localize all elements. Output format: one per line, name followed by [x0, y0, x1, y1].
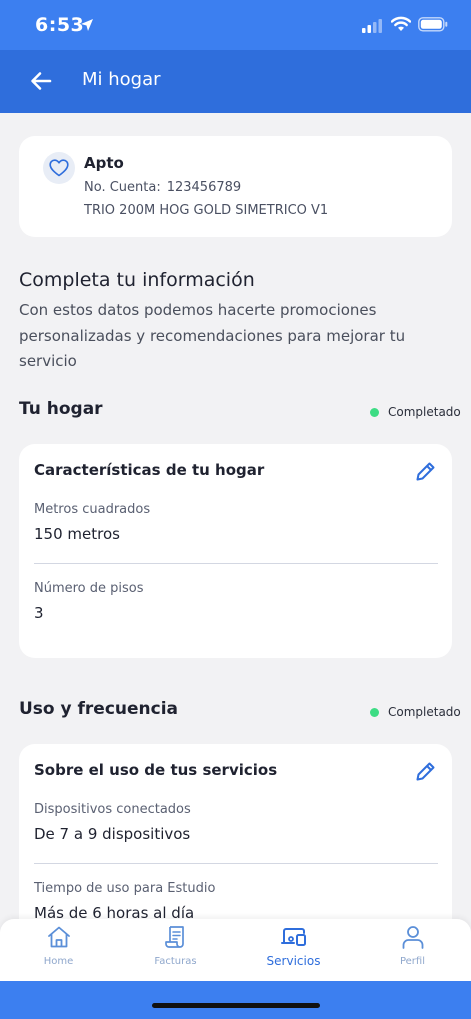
home-card-title: Características de tu hogar — [34, 461, 265, 479]
field-value: 3 — [34, 604, 44, 622]
divider — [34, 563, 438, 564]
location-arrow-icon — [80, 17, 94, 36]
back-button[interactable] — [28, 68, 54, 94]
page-title: Mi hogar — [82, 69, 161, 90]
account-number-label: No. Cuenta: — [84, 180, 161, 195]
field-value: De 7 a 9 dispositivos — [34, 825, 191, 843]
divider — [34, 863, 438, 864]
field-label: Tiempo de uso para Estudio — [34, 881, 216, 896]
nav-perfil[interactable]: Perfil — [354, 919, 471, 981]
main-content[interactable]: Apto No. Cuenta: 123456789 TRIO 200M HOG … — [0, 113, 471, 919]
battery-icon — [418, 17, 448, 36]
nav-servicios-label: Servicios — [266, 954, 321, 968]
status-bar: 6:53 — [0, 0, 471, 50]
home-icon — [0, 924, 117, 950]
usage-status-badge: Completado — [370, 705, 461, 719]
cellular-signal-icon — [362, 18, 382, 37]
nav-home-label: Home — [43, 956, 74, 967]
usage-card: Sobre el uso de tus servicios Dispositiv… — [19, 744, 452, 919]
devices-icon — [235, 924, 352, 950]
field-label: Dispositivos conectados — [34, 802, 191, 817]
usage-status-label: Completado — [388, 705, 461, 719]
field-value: Más de 6 horas al día — [34, 904, 195, 919]
nav-facturas[interactable]: Facturas — [117, 919, 234, 981]
pencil-icon — [416, 462, 435, 481]
heart-icon — [43, 152, 75, 184]
app-header: Mi hogar — [0, 50, 471, 113]
edit-home-button[interactable] — [414, 459, 438, 483]
plan-name: TRIO 200M HOG GOLD SIMETRICO V1 — [84, 203, 329, 218]
account-number: 123456789 — [166, 180, 242, 195]
status-time: 6:53 — [35, 14, 85, 36]
arrow-left-icon — [31, 72, 52, 90]
wifi-icon — [390, 16, 412, 36]
account-card: Apto No. Cuenta: 123456789 TRIO 200M HOG … — [19, 136, 452, 237]
account-type: Apto — [84, 154, 124, 172]
user-icon — [354, 924, 471, 950]
receipt-icon — [117, 924, 234, 950]
home-status-badge: Completado — [370, 405, 461, 419]
nav-perfil-label: Perfil — [399, 956, 425, 967]
home-status-label: Completado — [388, 405, 461, 419]
status-dot — [370, 707, 379, 717]
edit-usage-button[interactable] — [414, 759, 438, 783]
usage-section-title: Uso y frecuencia — [19, 699, 179, 719]
field-label: Número de pisos — [34, 581, 144, 596]
home-section-title: Tu hogar — [19, 399, 103, 419]
bottom-band — [0, 981, 471, 1019]
nav-facturas-label: Facturas — [154, 956, 197, 967]
nav-home[interactable]: Home — [0, 919, 117, 981]
home-indicator[interactable] — [152, 1003, 320, 1008]
usage-card-title: Sobre el uso de tus servicios — [34, 761, 278, 779]
bottom-nav: Home Facturas Servicios Perfil — [0, 919, 471, 981]
nav-servicios[interactable]: Servicios — [235, 919, 352, 981]
account-number-row: No. Cuenta: 123456789 — [84, 180, 241, 195]
intro-title: Completa tu información — [19, 269, 255, 291]
field-value: 150 metros — [34, 525, 120, 543]
intro-description: Con estos datos podemos hacerte promocio… — [19, 301, 406, 370]
home-characteristics-card: Características de tu hogar Metros cuadr… — [19, 444, 452, 658]
field-label: Metros cuadrados — [34, 502, 151, 517]
status-dot — [370, 407, 379, 417]
pencil-icon — [416, 762, 435, 781]
